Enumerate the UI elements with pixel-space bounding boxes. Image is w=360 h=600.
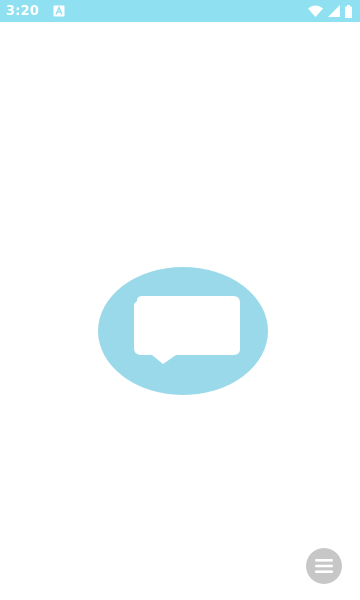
battery-icon: [345, 4, 352, 18]
wifi-icon: [308, 5, 323, 17]
status-time: 3:20: [6, 3, 40, 19]
chat-bubble-icon: [97, 266, 269, 396]
menu-button[interactable]: [306, 548, 342, 584]
signal-icon: [328, 5, 340, 17]
status-icons: [308, 4, 352, 18]
status-bar: 3:20: [0, 0, 360, 22]
menu-lines-icon: [315, 559, 333, 573]
app-screen: 3:20: [0, 0, 360, 600]
notification-a-icon: [53, 5, 65, 17]
